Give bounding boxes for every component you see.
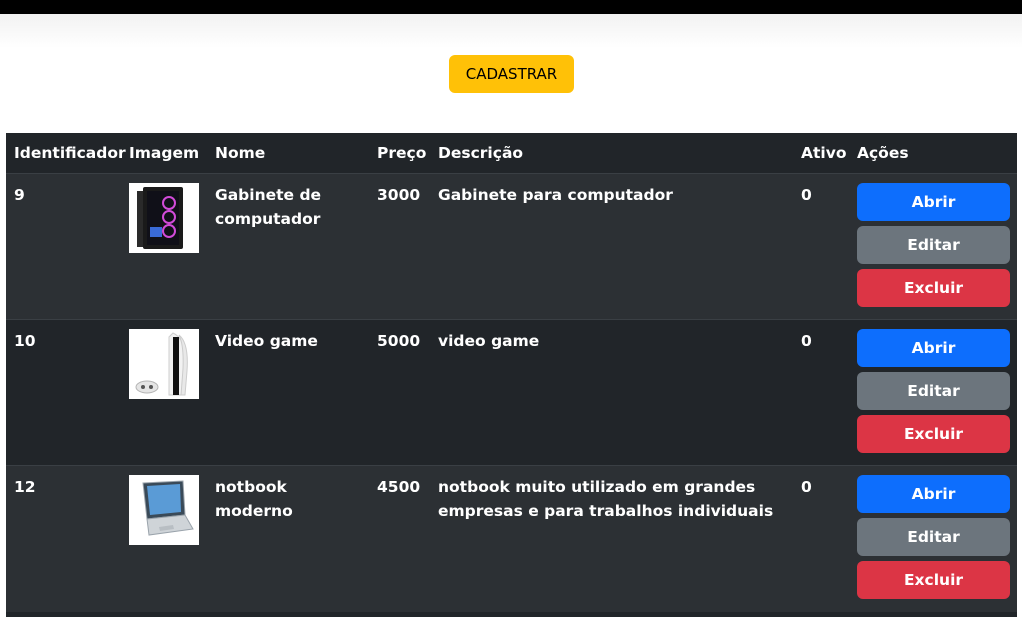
cell-actions: Abrir Editar Excluir <box>849 173 1017 320</box>
header-description: Descrição <box>438 144 524 162</box>
cell-actions: Abrir Editar Excluir <box>849 319 1017 466</box>
cell-id: 12 <box>6 465 121 612</box>
laptop-image <box>129 475 199 545</box>
header-price: Preço <box>377 144 427 162</box>
header-active: Ativo <box>801 144 847 162</box>
cell-image <box>121 173 207 320</box>
cell-price: 5000 <box>369 319 430 466</box>
table-header-row: Identificador Imagem Nome Preço Descriçã… <box>6 133 1017 174</box>
cell-id: 10 <box>6 319 121 466</box>
header-name: Nome <box>215 144 266 162</box>
products-table: Identificador Imagem Nome Preço Descriçã… <box>6 133 1017 617</box>
register-button[interactable]: CADASTRAR <box>449 55 574 93</box>
edit-button[interactable]: Editar <box>857 372 1010 410</box>
table-row: 9 Gabinete de computador 3000 Gabinete p… <box>6 173 1017 320</box>
table-row: 10 Video game 5000 video game 0 Abrir Ed… <box>6 319 1017 466</box>
delete-button[interactable]: Excluir <box>857 415 1010 453</box>
cell-description: Gabinete para computador <box>430 173 793 320</box>
cell-actions: Abrir Editar Excluir <box>849 465 1017 612</box>
cell-name: notbook moderno <box>207 465 369 612</box>
table-row: 12 notbook moderno 4500 notbook muito ut… <box>6 465 1017 612</box>
delete-button[interactable]: Excluir <box>857 269 1010 307</box>
open-button[interactable]: Abrir <box>857 329 1010 367</box>
pc-case-image <box>129 183 199 253</box>
cell-description: notbook muito utilizado em grandes empre… <box>430 465 793 612</box>
cell-price: 3000 <box>369 173 430 320</box>
delete-button[interactable]: Excluir <box>857 561 1010 599</box>
cell-active: 0 <box>793 319 849 466</box>
header-id: Identificador <box>14 144 126 162</box>
cell-name: Gabinete de computador <box>207 173 369 320</box>
cell-price: 4500 <box>369 465 430 612</box>
top-bar <box>0 0 1022 14</box>
cell-active: 0 <box>793 465 849 612</box>
cell-name: Video game <box>207 319 369 466</box>
cell-image <box>121 319 207 466</box>
open-button[interactable]: Abrir <box>857 475 1010 513</box>
open-button[interactable]: Abrir <box>857 183 1010 221</box>
cell-description: video game <box>430 319 793 466</box>
cell-id: 9 <box>6 173 121 320</box>
edit-button[interactable]: Editar <box>857 518 1010 556</box>
edit-button[interactable]: Editar <box>857 226 1010 264</box>
header-actions: Ações <box>857 144 909 162</box>
cell-image <box>121 465 207 612</box>
header-image: Imagem <box>129 144 200 162</box>
top-shade <box>0 14 1022 48</box>
game-console-image <box>129 329 199 399</box>
cell-active: 0 <box>793 173 849 320</box>
